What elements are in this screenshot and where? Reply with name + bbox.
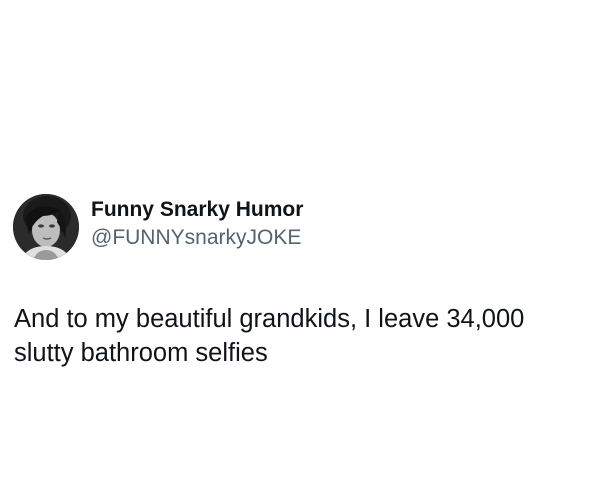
avatar-photo-icon — [13, 194, 79, 260]
author-names: Funny Snarky Humor @FUNNYsnarkyJOKE — [91, 198, 303, 251]
tweet-card: Funny Snarky Humor @FUNNYsnarkyJOKE And … — [0, 0, 600, 502]
author-handle[interactable]: @FUNNYsnarkyJOKE — [91, 225, 303, 251]
avatar[interactable] — [13, 194, 79, 260]
tweet-text: And to my beautiful grandkids, I leave 3… — [14, 305, 525, 367]
author-display-name[interactable]: Funny Snarky Humor — [91, 197, 303, 223]
tweet-header: Funny Snarky Humor @FUNNYsnarkyJOKE — [13, 194, 303, 260]
